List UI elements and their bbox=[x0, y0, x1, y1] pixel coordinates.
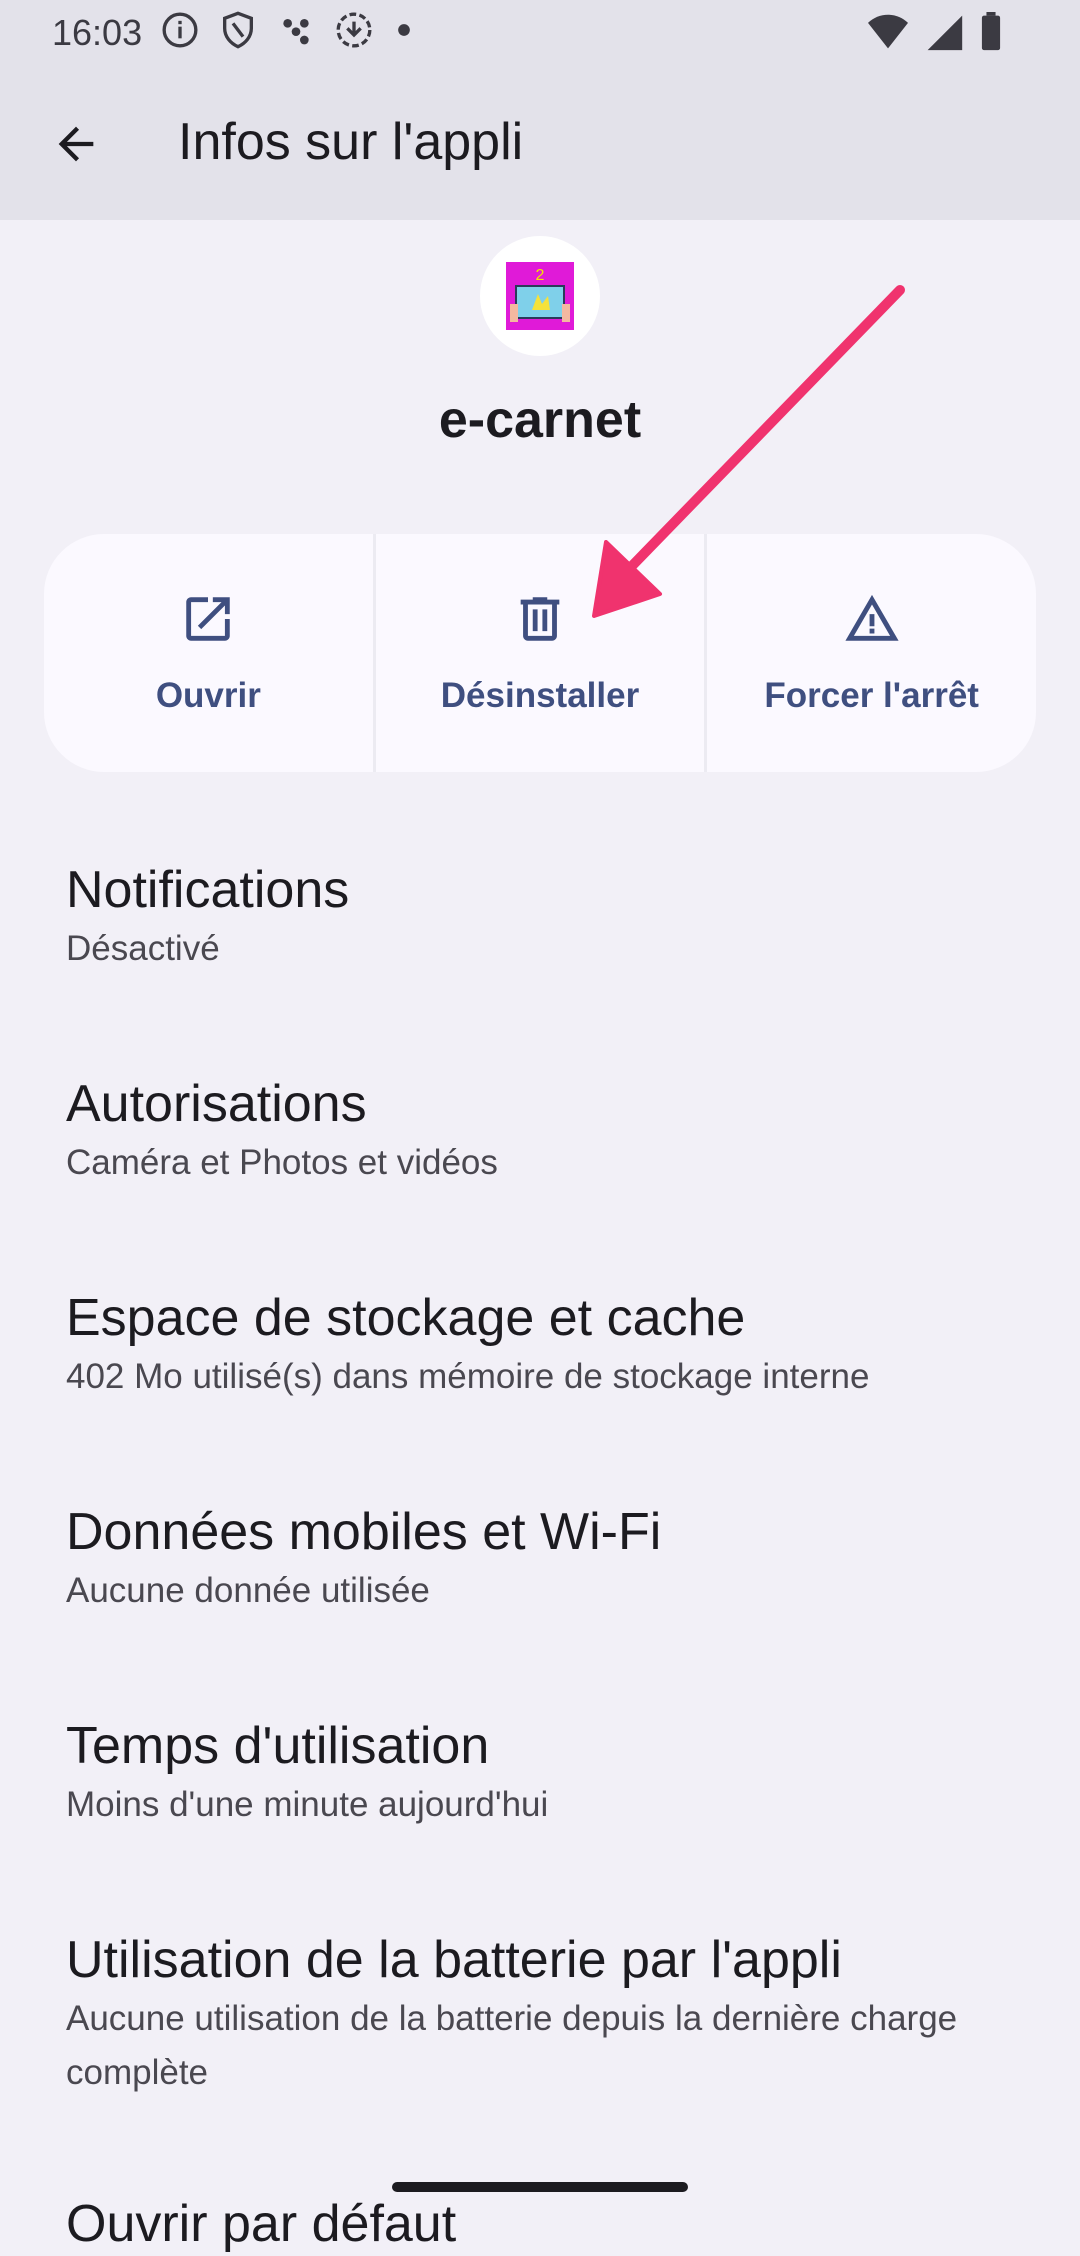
trash-icon bbox=[520, 597, 560, 641]
download-icon bbox=[336, 12, 372, 48]
uninstall-label: Désinstaller bbox=[440, 676, 640, 715]
open-label: Ouvrir bbox=[155, 676, 261, 715]
setting-summary: 402 Mo utilisé(s) dans mémoire de stocka… bbox=[66, 1357, 870, 1396]
app-name: e-carnet bbox=[438, 391, 642, 449]
status-bar: 16:03 bbox=[0, 0, 1080, 66]
e-carnet-app-icon: 2 bbox=[506, 262, 574, 330]
status-icons-left bbox=[160, 10, 416, 50]
status-icons-right bbox=[866, 12, 1004, 52]
dots-icon bbox=[283, 19, 309, 45]
setting-mobile-data[interactable]: Données mobiles et Wi-Fi Aucune donnée u… bbox=[66, 1500, 1046, 1618]
signal-icon bbox=[927, 15, 963, 51]
setting-title: Autorisations bbox=[66, 1075, 367, 1133]
dot-icon bbox=[398, 24, 410, 36]
setting-title: Temps d'utilisation bbox=[66, 1717, 490, 1775]
setting-screen-time[interactable]: Temps d'utilisation Moins d'une minute a… bbox=[66, 1714, 1046, 1832]
force-stop-button[interactable]: Forcer l'arrêt bbox=[704, 534, 1036, 772]
setting-storage[interactable]: Espace de stockage et cache 402 Mo utili… bbox=[66, 1286, 1046, 1404]
setting-battery[interactable]: Utilisation de la batterie par l'appli A… bbox=[66, 1928, 1046, 2100]
open-button[interactable]: Ouvrir bbox=[44, 534, 373, 772]
setting-permissions[interactable]: Autorisations Caméra et Photos et vidéos bbox=[66, 1072, 1046, 1190]
info-icon bbox=[162, 12, 198, 48]
status-time: 16:03 bbox=[52, 12, 143, 53]
app-icon: 2 bbox=[480, 236, 600, 356]
setting-title: Espace de stockage et cache bbox=[66, 1289, 746, 1347]
back-button[interactable] bbox=[36, 104, 116, 184]
open-external-icon bbox=[186, 597, 231, 641]
back-arrow-icon bbox=[58, 126, 94, 162]
setting-summary: Moins d'une minute aujourd'hui bbox=[66, 1785, 549, 1824]
setting-notifications[interactable]: Notifications Désactivé bbox=[66, 858, 1046, 976]
page-title: Infos sur l'appli bbox=[178, 113, 524, 171]
setting-summary: Désactivé bbox=[66, 929, 220, 968]
svg-text:2: 2 bbox=[536, 267, 545, 284]
setting-title: Utilisation de la batterie par l'appli bbox=[66, 1931, 842, 1989]
app-actions-card: Ouvrir Désinstaller Forcer l'arrêt bbox=[44, 534, 1036, 772]
setting-open-by-default[interactable]: Ouvrir par défaut bbox=[66, 2192, 1046, 2256]
setting-summary: Aucune utilisation de la batterie depuis… bbox=[66, 1999, 958, 2092]
shield-icon bbox=[223, 11, 253, 49]
setting-summary: Aucune donnée utilisée bbox=[66, 1571, 430, 1610]
gesture-nav-bar[interactable] bbox=[392, 2182, 688, 2192]
app-bar: Infos sur l'appli bbox=[0, 66, 1080, 220]
setting-title: Données mobiles et Wi-Fi bbox=[66, 1503, 662, 1561]
warning-icon bbox=[845, 594, 899, 641]
setting-title: Notifications bbox=[66, 861, 350, 919]
uninstall-button[interactable]: Désinstaller bbox=[372, 534, 705, 772]
wifi-icon bbox=[868, 14, 908, 49]
setting-summary: Caméra et Photos et vidéos bbox=[66, 1143, 498, 1182]
force-stop-label: Forcer l'arrêt bbox=[764, 676, 979, 715]
setting-title: Ouvrir par défaut bbox=[66, 2195, 457, 2253]
battery-icon bbox=[981, 12, 1001, 51]
